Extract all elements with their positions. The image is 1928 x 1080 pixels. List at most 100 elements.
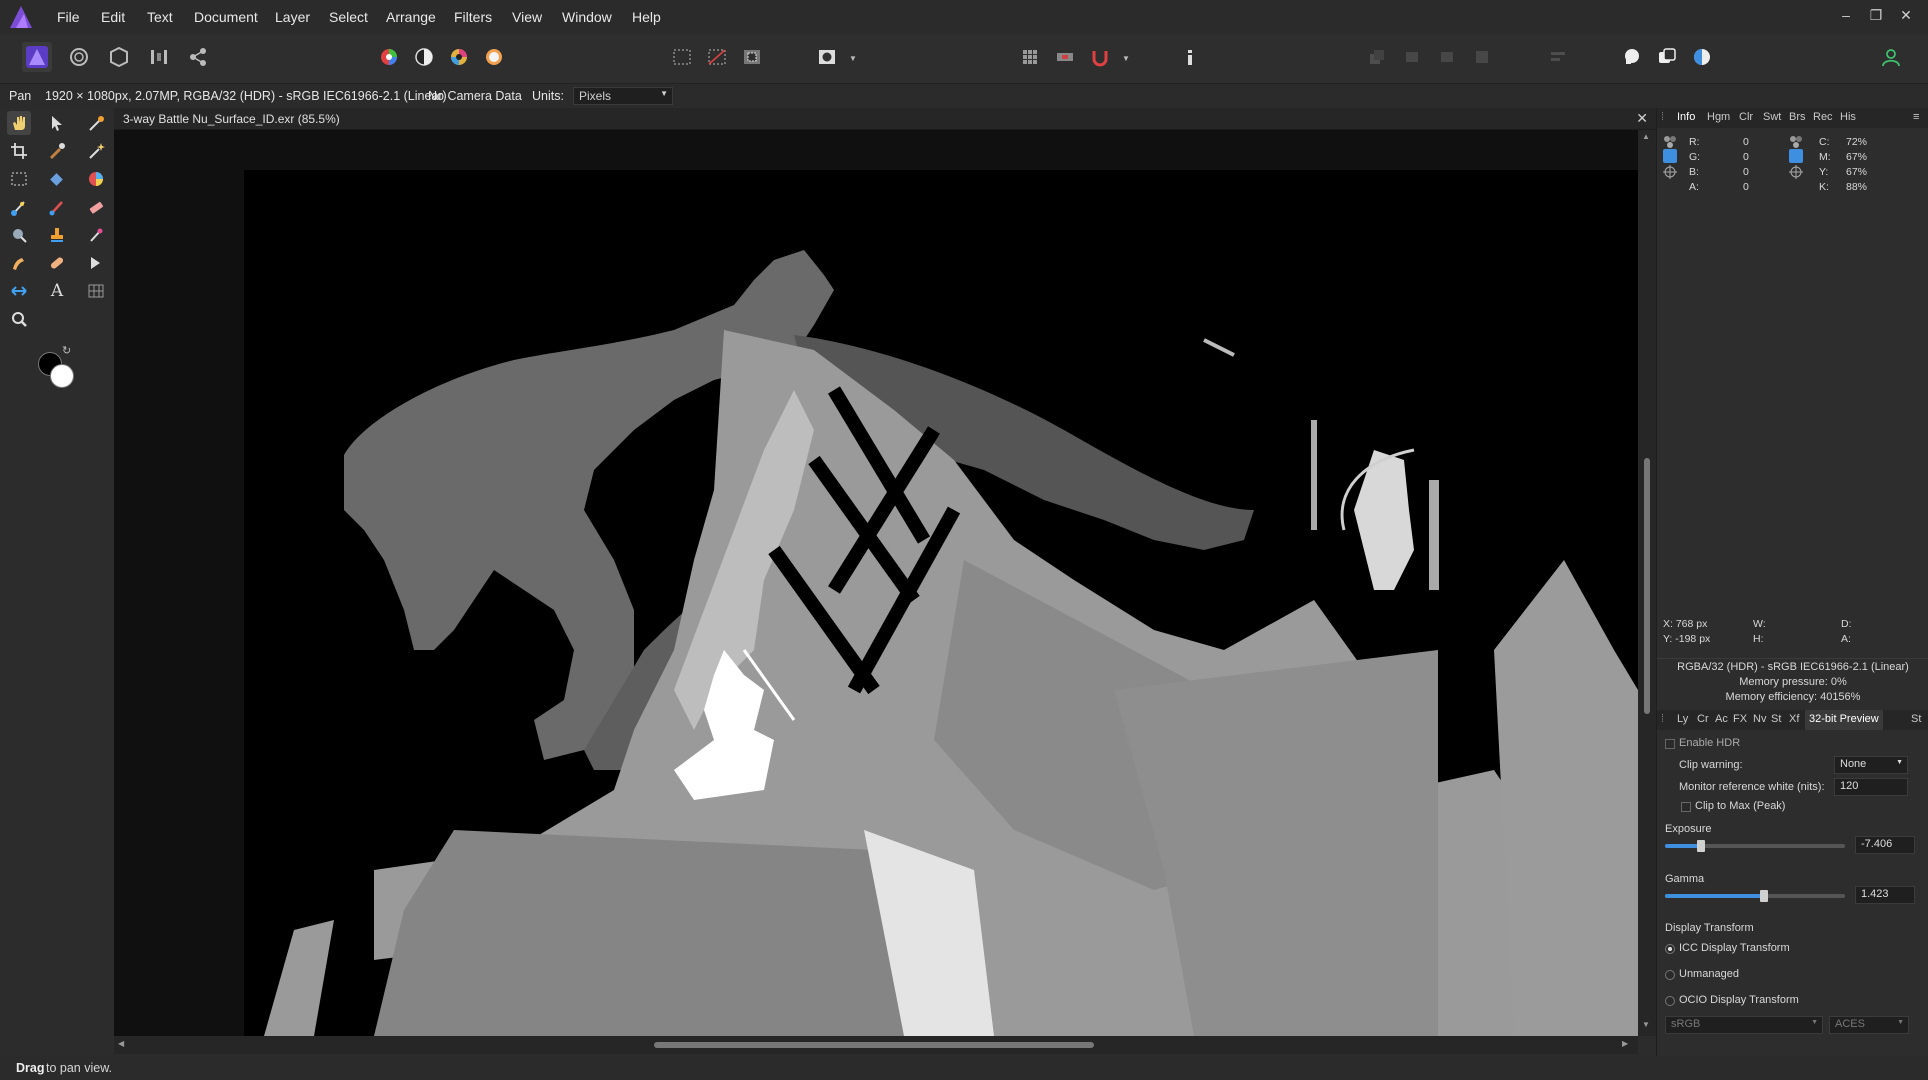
hand-tool[interactable] bbox=[7, 111, 31, 135]
perspective-tool[interactable] bbox=[7, 279, 31, 303]
monitor-white-input[interactable]: 120 bbox=[1834, 778, 1908, 796]
snapping-button[interactable] bbox=[1050, 42, 1080, 72]
mesh-warp-tool[interactable] bbox=[84, 279, 108, 303]
horizontal-scrollbar[interactable]: ◀ ▶ bbox=[114, 1036, 1638, 1054]
swap-colors-icon[interactable]: ↻ bbox=[62, 344, 71, 357]
tab-color[interactable]: Clr bbox=[1739, 111, 1753, 123]
ocio-view-select[interactable]: sRGB ▼ bbox=[1665, 1016, 1823, 1034]
color-picker-tool[interactable] bbox=[84, 111, 108, 135]
document-tab[interactable]: 3-way Battle Nu_Surface_ID.exr (85.5%) ✕ bbox=[114, 108, 1656, 130]
selection-brush-tool[interactable] bbox=[45, 139, 69, 163]
tab-adjustments[interactable]: Ac bbox=[1715, 713, 1728, 725]
menu-text[interactable]: Text bbox=[147, 9, 173, 25]
assistant-button[interactable] bbox=[1617, 42, 1647, 72]
tab-channels[interactable]: Cr bbox=[1697, 713, 1709, 725]
canvas-viewport[interactable] bbox=[114, 130, 1638, 1036]
exposure-input[interactable]: -7.406 bbox=[1855, 836, 1915, 854]
close-window-button[interactable]: ✕ bbox=[1896, 7, 1916, 25]
ocio-display-select[interactable]: ACES ▼ bbox=[1829, 1016, 1909, 1034]
deselect-button[interactable] bbox=[702, 42, 732, 72]
units-select[interactable]: Pixels ▼ bbox=[573, 87, 673, 105]
color-swatches[interactable]: ↻ bbox=[36, 345, 76, 388]
tab-navigator[interactable]: Nv bbox=[1753, 713, 1766, 725]
scroll-up-icon[interactable]: ▲ bbox=[1642, 132, 1650, 141]
gamma-slider[interactable] bbox=[1665, 888, 1845, 904]
auto-white-balance-button[interactable] bbox=[479, 42, 509, 72]
tab-record[interactable]: Rec bbox=[1813, 111, 1833, 123]
crop-tool[interactable] bbox=[7, 139, 31, 163]
healing-tool[interactable] bbox=[45, 251, 69, 275]
quick-mask-dropdown-icon[interactable]: ▼ bbox=[849, 54, 857, 63]
auto-levels-button[interactable] bbox=[374, 42, 404, 72]
tab-history[interactable]: His bbox=[1840, 111, 1856, 123]
menu-arrange[interactable]: Arrange bbox=[386, 9, 436, 25]
magnet-button[interactable] bbox=[1085, 42, 1115, 72]
view-mode-button[interactable] bbox=[1652, 42, 1682, 72]
vertical-scroll-thumb[interactable] bbox=[1644, 458, 1650, 714]
flood-fill-tool[interactable] bbox=[45, 167, 69, 191]
panel-menu-icon[interactable]: ≡ bbox=[1913, 111, 1919, 123]
arrange-back-button[interactable] bbox=[1362, 42, 1392, 72]
restore-button[interactable]: ❐ bbox=[1866, 7, 1886, 25]
pen-tool[interactable] bbox=[84, 251, 108, 275]
affinity-photo-logo[interactable] bbox=[8, 4, 34, 30]
develop-persona-button[interactable] bbox=[104, 42, 134, 72]
menu-document[interactable]: Document bbox=[194, 9, 258, 25]
exposure-knob[interactable] bbox=[1697, 840, 1705, 852]
snapping-grid-button[interactable] bbox=[1015, 42, 1045, 72]
photo-persona-button[interactable] bbox=[22, 42, 52, 72]
tab-layers[interactable]: Ly bbox=[1677, 713, 1688, 725]
tone-mapping-persona-button[interactable] bbox=[144, 42, 174, 72]
icc-display-transform-radio[interactable] bbox=[1665, 944, 1675, 954]
close-document-icon[interactable]: ✕ bbox=[1636, 110, 1648, 127]
tab-swatches[interactable]: Swt bbox=[1763, 111, 1781, 123]
split-view-button[interactable] bbox=[1687, 42, 1717, 72]
smudge-tool[interactable] bbox=[7, 251, 31, 275]
menu-window[interactable]: Window bbox=[562, 9, 612, 25]
exposure-slider[interactable] bbox=[1665, 838, 1845, 854]
menu-layer[interactable]: Layer bbox=[275, 9, 310, 25]
ocio-display-transform-radio[interactable] bbox=[1665, 996, 1675, 1006]
export-persona-button[interactable] bbox=[183, 42, 213, 72]
paint-brush-tool[interactable] bbox=[7, 195, 31, 219]
arrange-backward-button[interactable] bbox=[1397, 42, 1427, 72]
tab-histogram[interactable]: Hgm bbox=[1707, 111, 1730, 123]
menu-help[interactable]: Help bbox=[632, 9, 661, 25]
marquee-selection-button[interactable] bbox=[667, 42, 697, 72]
scroll-right-icon[interactable]: ▶ bbox=[1622, 1039, 1628, 1048]
gradient-tool[interactable] bbox=[84, 167, 108, 191]
align-button[interactable] bbox=[1543, 42, 1573, 72]
account-button[interactable] bbox=[1876, 42, 1906, 72]
tab-brushes[interactable]: Brs bbox=[1789, 111, 1806, 123]
clone-tool[interactable] bbox=[45, 223, 69, 247]
gamma-knob[interactable] bbox=[1760, 890, 1768, 902]
tab-stock[interactable]: St bbox=[1911, 713, 1921, 725]
menu-file[interactable]: File bbox=[57, 9, 80, 25]
quick-mask-button[interactable] bbox=[812, 42, 842, 72]
context-toolbar-toggle-button[interactable] bbox=[1175, 42, 1205, 72]
eraser-tool[interactable] bbox=[84, 195, 108, 219]
text-tool[interactable]: A bbox=[45, 279, 69, 303]
unmanaged-radio[interactable] bbox=[1665, 970, 1675, 980]
panel-grip-icon[interactable]: ⁞ bbox=[1661, 713, 1664, 725]
auto-colors-button[interactable] bbox=[444, 42, 474, 72]
scroll-down-icon[interactable]: ▼ bbox=[1642, 1020, 1650, 1029]
arrange-forward-button[interactable] bbox=[1432, 42, 1462, 72]
enable-hdr-checkbox[interactable] bbox=[1665, 739, 1675, 749]
invert-selection-button[interactable] bbox=[737, 42, 767, 72]
arrange-front-button[interactable] bbox=[1467, 42, 1497, 72]
menu-select[interactable]: Select bbox=[329, 9, 368, 25]
marquee-tool[interactable] bbox=[7, 167, 31, 191]
secondary-color-swatch[interactable] bbox=[50, 364, 74, 388]
tab-effects[interactable]: FX bbox=[1733, 713, 1747, 725]
panel-grip-icon[interactable]: ⁞ bbox=[1661, 111, 1664, 123]
menu-edit[interactable]: Edit bbox=[101, 9, 125, 25]
tab-32bit-preview[interactable]: 32-bit Preview bbox=[1805, 710, 1883, 730]
dodge-burn-tool[interactable] bbox=[45, 195, 69, 219]
tab-info[interactable]: Info bbox=[1677, 111, 1695, 123]
liquify-persona-button[interactable] bbox=[64, 42, 94, 72]
scroll-left-icon[interactable]: ◀ bbox=[118, 1039, 124, 1048]
auto-contrast-button[interactable] bbox=[409, 42, 439, 72]
horizontal-scroll-thumb[interactable] bbox=[654, 1042, 1094, 1048]
flood-select-tool[interactable] bbox=[84, 139, 108, 163]
